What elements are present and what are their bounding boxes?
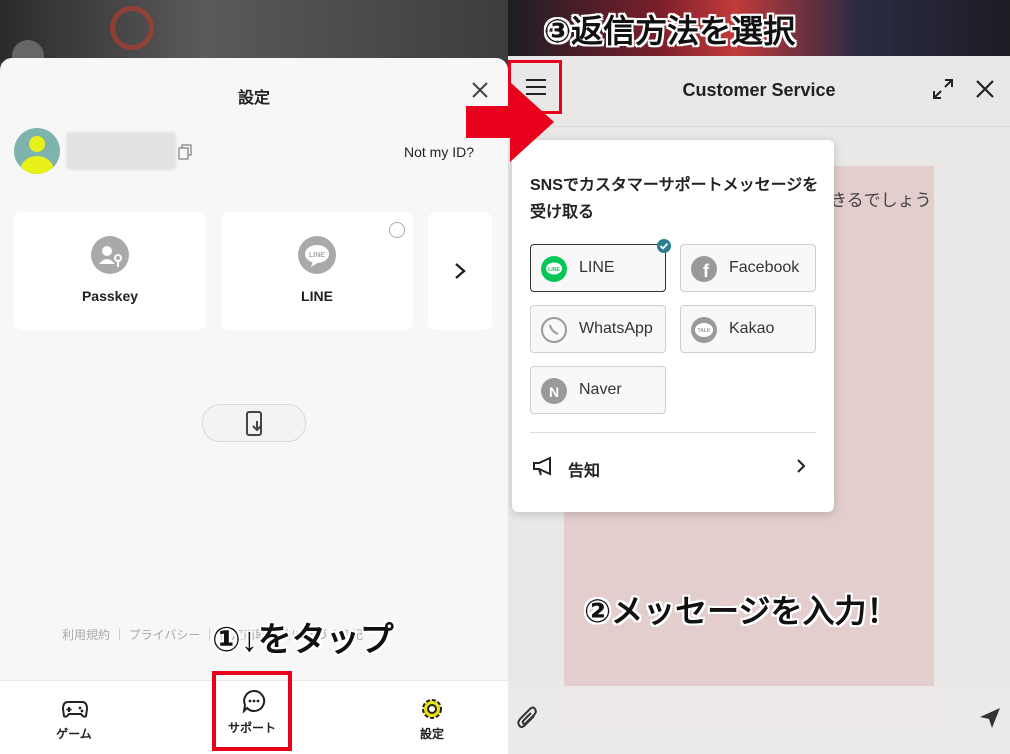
avatar-body [20,156,54,174]
option-line-label: LINE [579,259,615,276]
passkey-card[interactable]: Passkey [14,212,206,330]
nav-support[interactable]: サポート [212,671,292,751]
naver-icon: N [541,378,567,404]
passkey-icon [91,236,129,274]
svg-text:f: f [703,261,710,281]
option-line[interactable]: LINE LINE [530,239,671,292]
user-id-blurred [66,132,176,170]
line-label: LINE [301,288,333,304]
option-facebook[interactable]: f Facebook [680,244,816,292]
notice-label: 告知 [568,463,601,480]
background-text: きるでしょう [830,191,932,210]
header-divider [508,126,1010,127]
customer-service-screen: ③返信方法を選択 きるでしょう Customer Service SNSでカスタ… [508,0,1010,754]
expand-icon [933,79,953,99]
chevron-right-icon [797,459,806,473]
gear-icon [422,699,442,719]
more-methods-card[interactable] [428,212,492,330]
option-naver[interactable]: N Naver [530,366,666,414]
selected-check-icon [657,239,671,253]
line-icon: LINE [541,256,567,282]
svg-text:N: N [549,384,559,400]
copy-icon [178,144,192,160]
close-icon [976,80,994,98]
page-title: 設定 [237,90,270,107]
chat-icon [242,689,266,713]
option-facebook-label: Facebook [729,259,800,276]
option-whatsapp[interactable]: WhatsApp [530,305,666,353]
svg-text:LINE: LINE [548,267,560,273]
device-transfer-button[interactable] [202,404,306,442]
annotation-step3: ③返信方法を選択 [544,13,796,49]
service-sheet: きるでしょう Customer Service SNSでカスタマーサポートメッセ… [508,56,1010,754]
message-input-bar [508,686,1010,754]
avatar [14,128,60,174]
line-card[interactable]: LINE LINE [221,212,413,330]
gamepad-icon [62,701,88,718]
bottom-nav: ゲーム サポート 設定 [0,671,508,754]
avatar-head [29,136,45,152]
nav-game-label: ゲーム [56,727,92,741]
arrow-right-icon [466,82,554,162]
megaphone-icon [533,456,551,476]
nav-support-label: サポート [227,721,276,735]
annotation-step1: ①↓をタップ [212,621,394,659]
svg-text:LINE: LINE [309,252,325,259]
game-background [0,0,508,62]
nav-game[interactable]: ゲーム [44,697,104,747]
copy-id-button[interactable] [178,144,192,160]
reply-method-dropdown: SNSでカスタマーサポートメッセージを受け取る LINE LINE f Face… [512,140,834,512]
line-icon: LINE [298,236,336,274]
chevron-right-icon [455,263,466,279]
device-download-icon [246,411,262,436]
dropdown-divider [530,432,816,433]
notice-row[interactable]: 告知 [530,446,816,486]
paperclip-icon [517,706,537,728]
send-button[interactable] [978,706,1002,730]
option-kakao-label: Kakao [729,320,775,337]
nav-settings-label: 設定 [419,727,444,741]
passkey-label: Passkey [81,288,139,304]
kakao-icon: TALK [691,317,717,343]
attach-button[interactable] [516,706,540,732]
chat-badge-icon [389,222,405,238]
facebook-icon: f [691,256,717,282]
annotation-step2: ②メッセージを入力！ [584,593,899,629]
nav-settings[interactable]: 設定 [402,697,462,747]
dropdown-heading: SNSでカスタマーサポートメッセージを受け取る [530,177,819,221]
whatsapp-icon [541,317,567,343]
option-kakao[interactable]: TALK Kakao [680,305,816,353]
not-my-id-link[interactable]: Not my ID? [404,144,474,160]
settings-screen: 設定 Not my ID? Passkey LINE LINE 利用規約 ｜ プ… [0,0,508,754]
svg-text:TALK: TALK [698,328,711,334]
expand-button[interactable] [932,78,954,100]
option-whatsapp-label: WhatsApp [579,320,653,337]
option-naver-label: Naver [579,381,622,398]
send-icon [980,708,1000,728]
no-sign-icon [110,6,154,50]
close-button[interactable] [974,78,996,100]
